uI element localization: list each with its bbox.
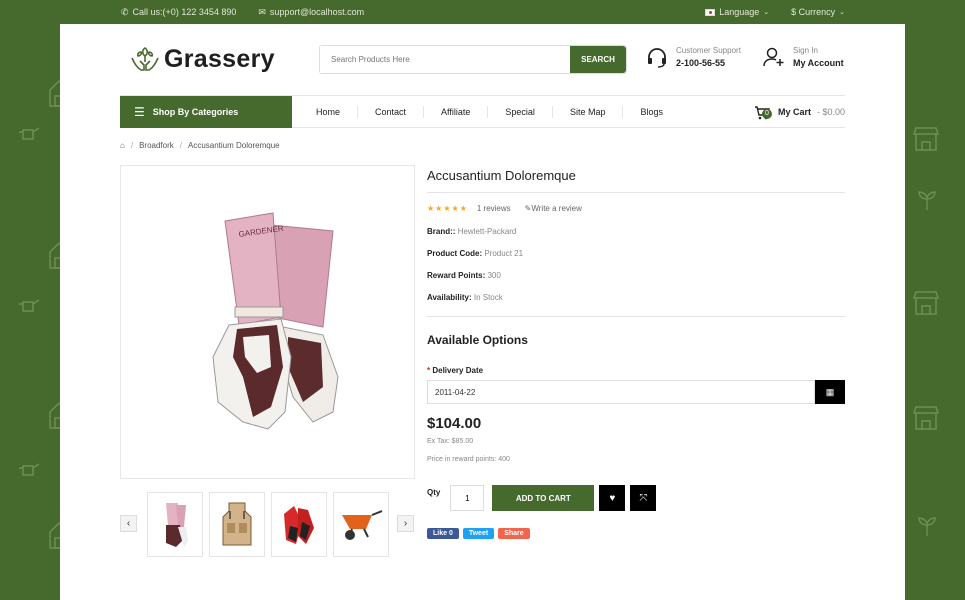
categories-button[interactable]: ☰ Shop By Categories bbox=[120, 96, 292, 128]
compare-icon[interactable]: ⤧ bbox=[630, 485, 657, 511]
delivery-date-input[interactable] bbox=[427, 380, 815, 404]
nav-item-blogs[interactable]: Blogs bbox=[623, 106, 680, 118]
reward-price: Price in reward points: 400 bbox=[427, 456, 510, 463]
chevron-right-icon[interactable]: › bbox=[397, 515, 414, 532]
chevron-down-icon: ⌄ bbox=[839, 9, 845, 16]
delivery-date-label: * Delivery Date bbox=[427, 366, 484, 375]
shop-icon bbox=[912, 291, 940, 315]
add-to-cart-button[interactable]: ADD TO CART bbox=[492, 485, 595, 511]
wheelbarrow-thumb-icon bbox=[342, 509, 383, 540]
pencil-icon: ✎ bbox=[524, 204, 532, 213]
email-info[interactable]: ✉ support@localhost.com bbox=[258, 7, 364, 18]
apron-thumb-icon bbox=[222, 502, 252, 545]
headset-icon bbox=[648, 48, 666, 68]
delivery-date-field: ▦ bbox=[427, 380, 845, 404]
thumbnail-wheelbarrow[interactable] bbox=[333, 492, 389, 557]
customer-support: Customer Support 2-100-56-55 bbox=[646, 46, 741, 68]
reviews-link[interactable]: 1 reviews bbox=[477, 204, 511, 213]
gloves-thumb-icon bbox=[166, 502, 188, 547]
watering-can-icon bbox=[19, 463, 40, 476]
language-dropdown[interactable]: Language ⌄ bbox=[705, 7, 769, 17]
envelope-icon: ✉ bbox=[258, 6, 266, 17]
shop-icon bbox=[912, 127, 940, 151]
breadcrumb-item[interactable]: Broadfork bbox=[139, 141, 174, 150]
nav-item-home[interactable]: Home bbox=[299, 106, 359, 118]
nav-item-contact[interactable]: Contact bbox=[358, 106, 425, 118]
product-title: Accusantium Doloremque bbox=[427, 165, 845, 193]
tweet-button[interactable]: Tweet bbox=[462, 528, 495, 539]
user-add-icon bbox=[763, 47, 784, 67]
cart-icon-wrap: 0 bbox=[754, 103, 772, 121]
search-input[interactable] bbox=[320, 46, 570, 73]
thumbnail-apron[interactable] bbox=[209, 492, 265, 557]
nav-item-affiliate[interactable]: Affiliate bbox=[424, 106, 489, 118]
watering-can-icon bbox=[19, 127, 40, 140]
calendar-icon[interactable]: ▦ bbox=[815, 380, 845, 404]
thumbnail-gloves[interactable] bbox=[147, 492, 203, 557]
sprout-icon bbox=[918, 517, 936, 536]
quantity-input[interactable] bbox=[450, 485, 485, 511]
main-product-image[interactable]: GARDENER bbox=[120, 165, 415, 479]
share-button[interactable]: Share bbox=[498, 528, 530, 539]
top-bar: ✆ Call us:(+0) 122 3454 890 ✉ support@loca… bbox=[0, 0, 965, 24]
breadcrumb-item[interactable]: Accusantium Doloremque bbox=[188, 141, 280, 150]
thumbnail-red-gloves[interactable] bbox=[271, 492, 327, 557]
main-nav: ☰ Shop By Categories Home Contact Affili… bbox=[120, 95, 845, 128]
purchase-row: Qty ADD TO CART ♥ ⤧ bbox=[427, 485, 845, 511]
hamburger-icon: ☰ bbox=[134, 105, 145, 119]
social-share: Like 0 Tweet Share bbox=[427, 528, 845, 539]
rating-row: ★★★★★ 1 reviews ✎ Write a review bbox=[427, 204, 845, 213]
nav-item-special[interactable]: Special bbox=[488, 106, 553, 118]
ex-tax: Ex Tax: $85.00 bbox=[427, 438, 474, 445]
write-review-link[interactable]: Write a review bbox=[531, 204, 582, 213]
currency-dropdown[interactable]: $ Currency ⌄ bbox=[791, 7, 845, 17]
flag-icon bbox=[705, 8, 716, 16]
heart-icon[interactable]: ♥ bbox=[599, 485, 626, 511]
nav-item-site-map[interactable]: Site Map bbox=[553, 106, 624, 118]
chevron-left-icon[interactable]: ‹ bbox=[120, 515, 137, 532]
sprout-icon bbox=[918, 191, 936, 210]
logo[interactable]: Grassery bbox=[130, 44, 275, 74]
chevron-down-icon: ⌄ bbox=[763, 9, 770, 16]
thumbnail-carousel: ‹ › bbox=[120, 492, 415, 558]
options-heading: Available Options bbox=[427, 333, 528, 347]
search-button[interactable]: SEARCH bbox=[570, 46, 626, 73]
call-info: ✆ Call us:(+0) 122 3454 890 bbox=[121, 6, 237, 18]
hands-leaf-icon bbox=[131, 47, 159, 71]
star-rating: ★★★★★ bbox=[427, 204, 468, 213]
watering-can-icon bbox=[19, 299, 40, 312]
cart-count-badge: 0 bbox=[761, 109, 772, 119]
product-price: $104.00 bbox=[427, 415, 482, 432]
page-content: Grassery SEARCH Customer Support 2-100-5… bbox=[60, 24, 905, 600]
search-bar: SEARCH bbox=[319, 45, 627, 74]
divider bbox=[427, 316, 845, 317]
shop-icon bbox=[912, 406, 940, 430]
gardening-gloves-image: GARDENER bbox=[211, 212, 339, 430]
phone-icon: ✆ bbox=[121, 6, 129, 17]
product-specs: Brand:: Hewlett-Packard Product Code: Pr… bbox=[427, 227, 524, 302]
nav-menu: Home Contact Affiliate Special Site Map … bbox=[299, 96, 680, 128]
account-link[interactable]: Sign In My Account bbox=[763, 46, 844, 68]
product-details: Accusantium Doloremque ★★★★★ 1 reviews ✎… bbox=[427, 165, 845, 539]
brand-link[interactable]: Hewlett-Packard bbox=[458, 227, 517, 236]
qty-label: Qty bbox=[427, 488, 441, 497]
home-icon[interactable]: ⌂ bbox=[120, 141, 125, 150]
red-gloves-thumb-icon bbox=[284, 505, 314, 544]
header: Grassery SEARCH Customer Support 2-100-5… bbox=[120, 40, 845, 88]
cart-button[interactable]: 0 My Cart - $0.00 bbox=[754, 96, 845, 128]
facebook-like-button[interactable]: Like 0 bbox=[427, 528, 459, 539]
breadcrumb: ⌂ / Broadfork / Accusantium Doloremque bbox=[120, 141, 280, 150]
